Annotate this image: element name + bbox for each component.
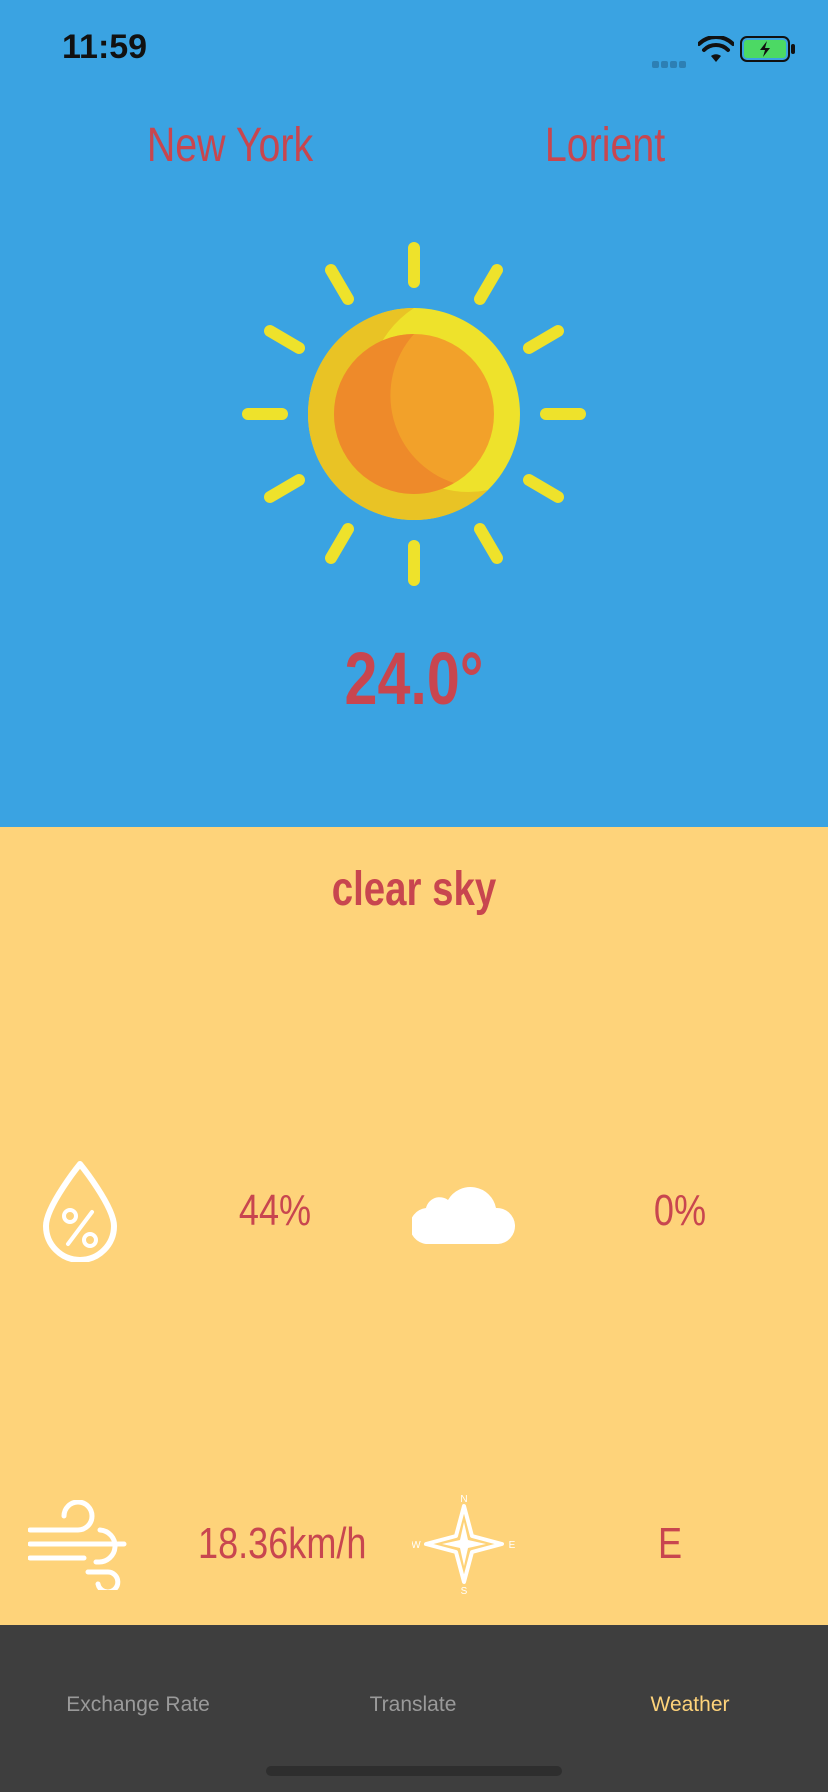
sun-icon bbox=[242, 242, 586, 586]
humidity-value: 44% bbox=[238, 1186, 312, 1235]
city-new-york-button[interactable]: New York bbox=[140, 118, 320, 173]
compass-icon: N E S W bbox=[412, 1494, 516, 1596]
tab-exchange-rate[interactable]: Exchange Rate bbox=[38, 1693, 238, 1717]
status-time: 11:59 bbox=[62, 28, 148, 66]
wind-icon bbox=[28, 1500, 127, 1590]
wifi-icon bbox=[698, 36, 734, 62]
wind-speed-value: 18.36km/h bbox=[198, 1519, 367, 1568]
tab-weather[interactable]: Weather bbox=[590, 1693, 790, 1717]
humidity-drop-icon bbox=[43, 1161, 117, 1262]
compass-label-n: N bbox=[460, 1494, 467, 1505]
wind-direction-value: E bbox=[657, 1519, 683, 1568]
compass-label-e: E bbox=[509, 1540, 516, 1551]
weather-description: clear sky bbox=[331, 863, 497, 916]
home-indicator[interactable] bbox=[266, 1766, 562, 1776]
city-lorient-button[interactable]: Lorient bbox=[535, 118, 674, 173]
cloudiness-value: 0% bbox=[653, 1186, 707, 1235]
compass-label-s: S bbox=[461, 1586, 468, 1596]
compass-label-w: W bbox=[412, 1540, 421, 1551]
temperature-value: 24.0° bbox=[344, 637, 484, 720]
battery-icon bbox=[740, 36, 795, 62]
tab-translate[interactable]: Translate bbox=[313, 1693, 513, 1717]
cloud-icon bbox=[412, 1187, 516, 1244]
cellular-signal-icon bbox=[652, 55, 690, 68]
